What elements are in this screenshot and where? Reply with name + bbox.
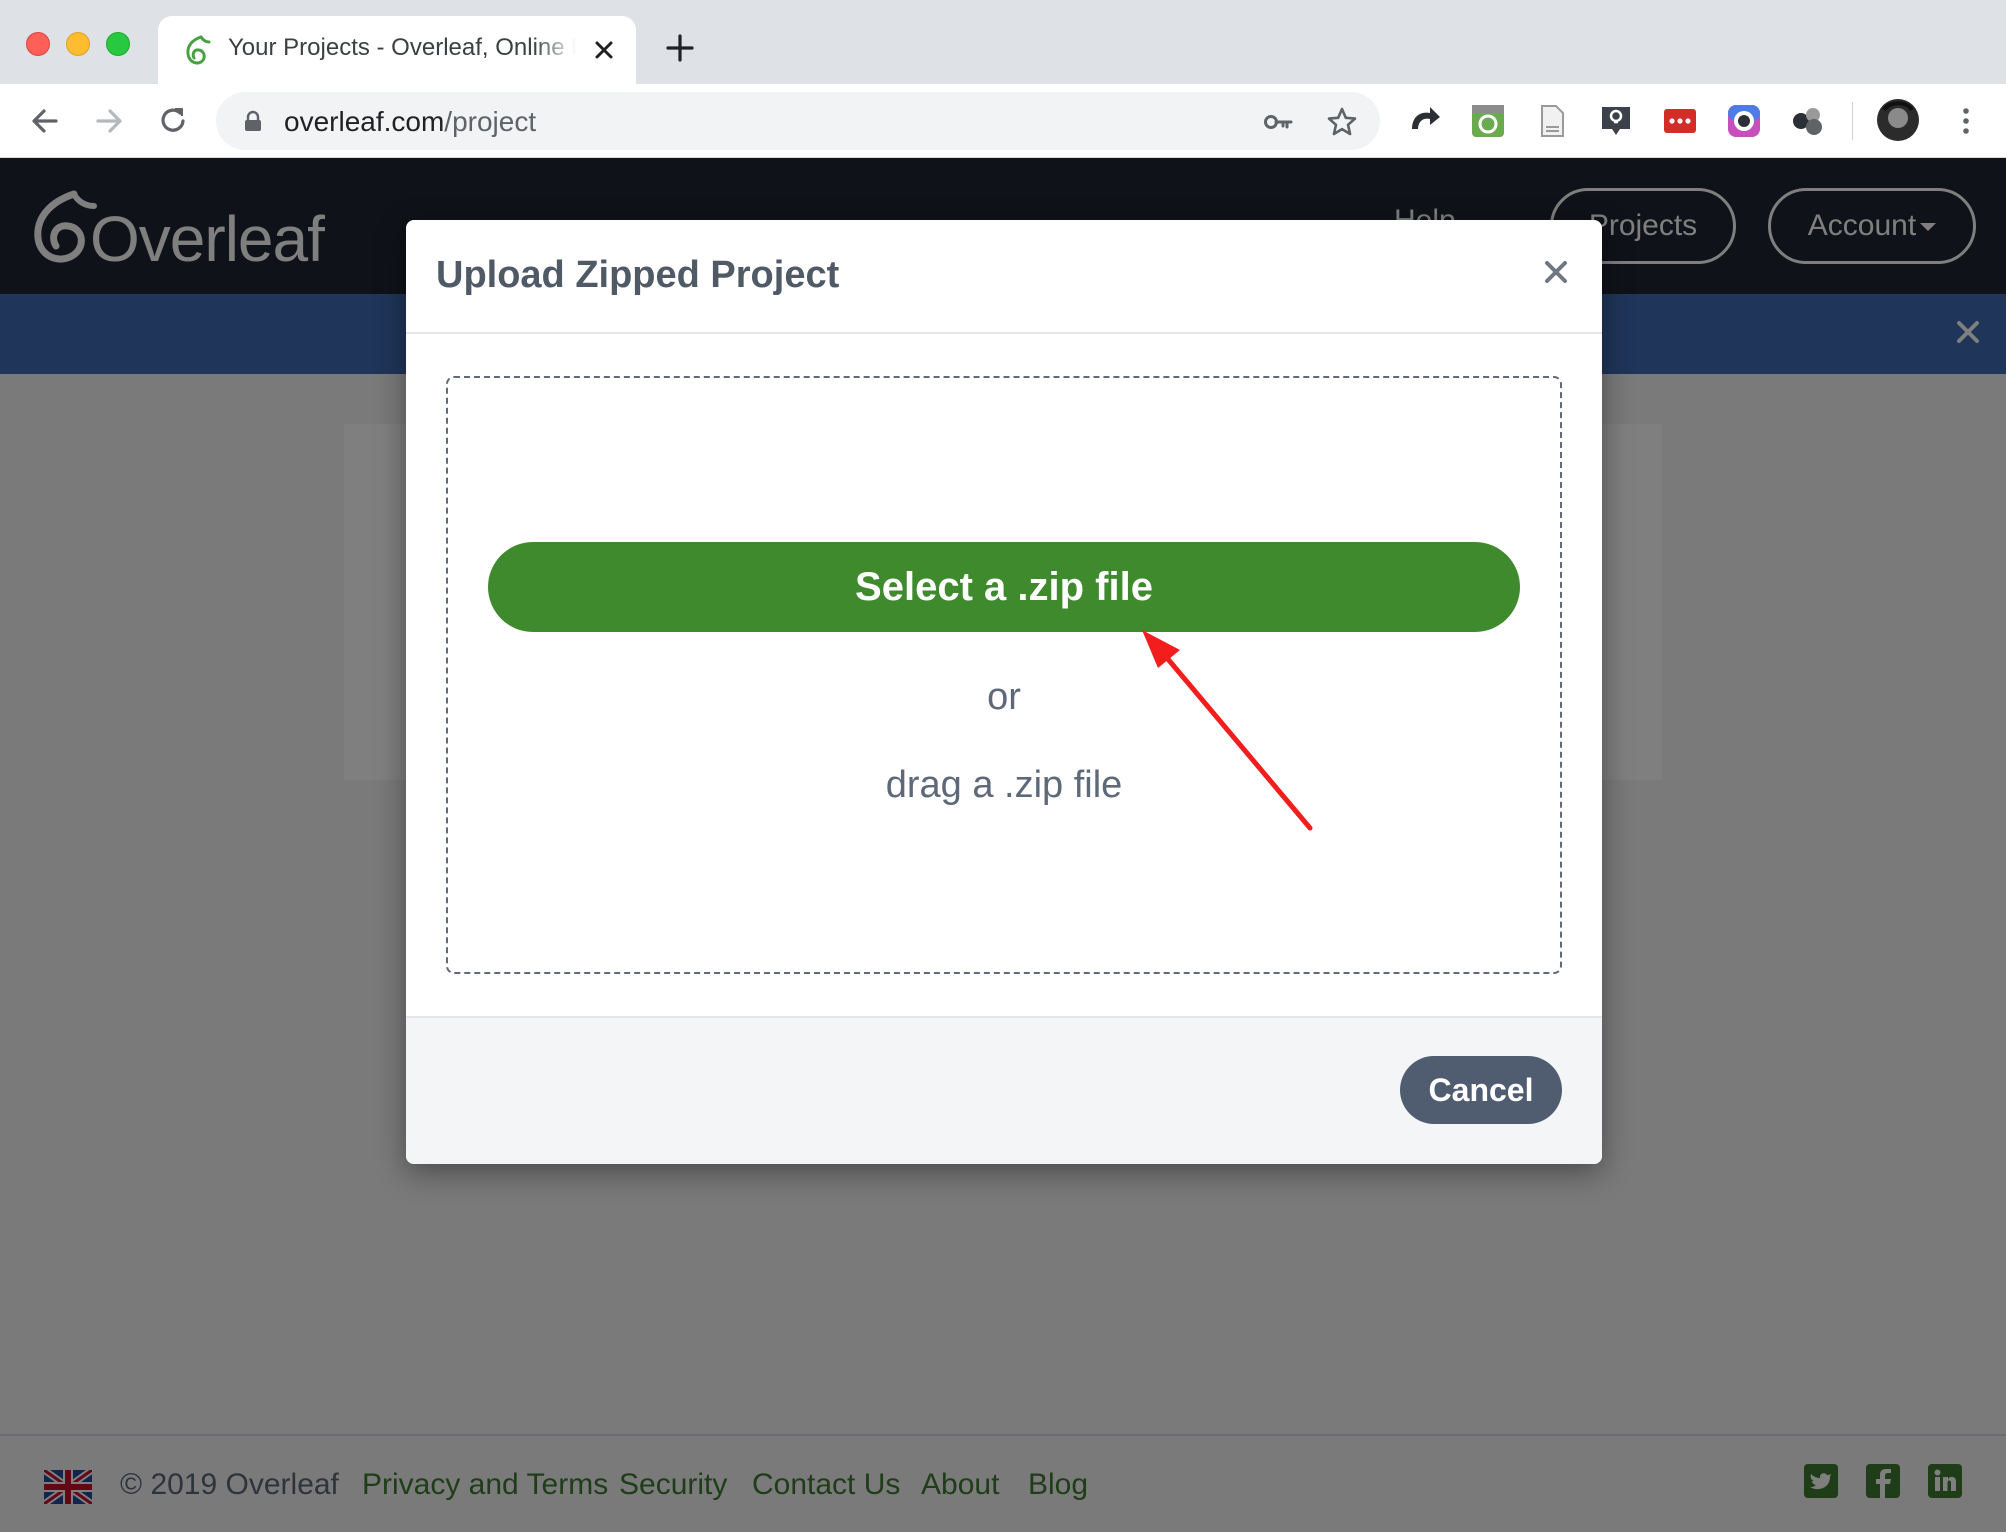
browser-tab-strip: Your Projects - Overleaf, Online LaTeX E… <box>0 0 2006 84</box>
ext-page-icon[interactable] <box>1534 103 1570 139</box>
lock-icon[interactable] <box>244 110 262 132</box>
key-icon[interactable] <box>1262 106 1294 138</box>
cancel-button[interactable]: Cancel <box>1400 1056 1562 1124</box>
ext-lightbulb-icon[interactable] <box>1598 103 1634 139</box>
close-window-button[interactable] <box>26 32 50 56</box>
minimize-window-button[interactable] <box>66 32 90 56</box>
or-label: or <box>987 676 1021 718</box>
url-domain: overleaf.com <box>284 106 445 137</box>
modal-title: Upload Zipped Project <box>436 254 840 296</box>
overleaf-leaf-icon <box>186 35 211 65</box>
back-icon[interactable] <box>26 102 64 140</box>
select-zip-button[interactable]: Select a .zip file <box>488 542 1520 632</box>
address-bar[interactable]: overleaf.com/project <box>216 92 1380 150</box>
annotation-arrow-icon <box>1142 630 1313 831</box>
profile-avatar-icon[interactable] <box>1876 98 1920 142</box>
url-text[interactable]: overleaf.com/project <box>284 106 536 138</box>
ext-refresh-icon[interactable] <box>1470 103 1506 139</box>
ext-arrow-icon[interactable] <box>1406 103 1442 139</box>
browser-tab[interactable]: Your Projects - Overleaf, Online LaTeX E… <box>158 16 636 84</box>
url-path: /project <box>444 106 537 137</box>
ext-lastpass-icon[interactable] <box>1662 103 1698 139</box>
reload-icon[interactable] <box>154 102 192 140</box>
new-tab-icon[interactable] <box>664 32 696 64</box>
browser-menu-icon[interactable] <box>1948 103 1984 139</box>
star-icon[interactable] <box>1326 106 1358 138</box>
browser-toolbar: overleaf.com/project <box>0 84 2006 158</box>
close-icon[interactable] <box>1540 256 1572 288</box>
zip-dropzone[interactable]: Select a .zip file or drag a .zip file <box>446 376 1562 974</box>
forward-icon[interactable] <box>90 102 128 140</box>
ext-balls-icon[interactable] <box>1790 103 1826 139</box>
tab-close-icon[interactable] <box>590 36 618 64</box>
modal-footer: Cancel <box>406 1016 1602 1164</box>
toolbar-separator <box>1852 102 1853 140</box>
upload-zip-modal: Upload Zipped Project Select a .zip file… <box>406 220 1602 1164</box>
drag-zip-label: drag a .zip file <box>885 764 1123 806</box>
zoom-window-button[interactable] <box>106 32 130 56</box>
tab-title: Your Projects - Overleaf, Online LaTeX E… <box>228 34 576 61</box>
modal-header: Upload Zipped Project <box>406 220 1602 334</box>
ext-camera-icon[interactable] <box>1726 103 1762 139</box>
